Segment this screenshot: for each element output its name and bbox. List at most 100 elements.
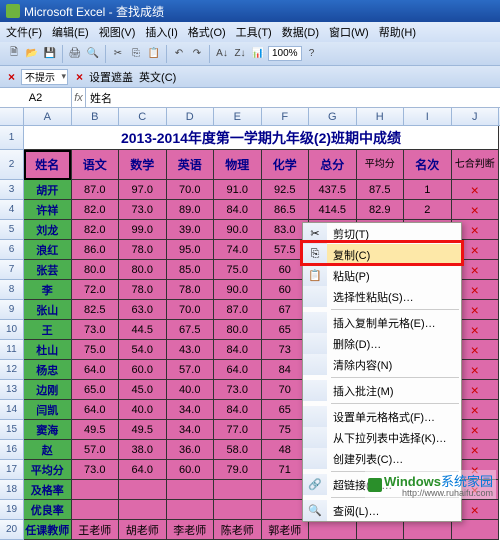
hdr-chinese[interactable]: 语文: [72, 150, 120, 180]
cell-r15-c4[interactable]: 77.0: [214, 420, 262, 440]
cell-r4-c2[interactable]: 73.0: [119, 200, 167, 220]
cell-r9-c3[interactable]: 70.0: [167, 300, 215, 320]
cell-r12-c1[interactable]: 64.0: [72, 360, 120, 380]
print-icon[interactable]: 🖨: [67, 46, 83, 62]
fx-icon[interactable]: fx: [72, 88, 86, 107]
cell-r3-c0[interactable]: 胡开: [24, 180, 72, 200]
cell-r10-c2[interactable]: 44.5: [119, 320, 167, 340]
cell-r8-c0[interactable]: 李: [24, 280, 72, 300]
cell-r16-c1[interactable]: 57.0: [72, 440, 120, 460]
row-header-16[interactable]: 16: [0, 440, 24, 460]
cell-r17-c0[interactable]: 平均分: [24, 460, 72, 480]
menu-file[interactable]: 文件(F): [6, 24, 42, 40]
name-box[interactable]: A2: [0, 88, 72, 107]
hdr-physics[interactable]: 物理: [214, 150, 262, 180]
cell-r11-c2[interactable]: 54.0: [119, 340, 167, 360]
col-C[interactable]: C: [119, 108, 167, 125]
paste-icon[interactable]: 📋: [146, 46, 162, 62]
row-header-14[interactable]: 14: [0, 400, 24, 420]
sort-asc-icon[interactable]: A↓: [214, 46, 230, 62]
cell-r20-c9[interactable]: [452, 520, 500, 540]
cut-icon[interactable]: ✂: [110, 46, 126, 62]
cell-r4-c0[interactable]: 许祥: [24, 200, 72, 220]
cell-r18-c2[interactable]: [119, 480, 167, 500]
row-header-15[interactable]: 15: [0, 420, 24, 440]
preview-icon[interactable]: 🔍: [85, 46, 101, 62]
cell-r4-c8[interactable]: 2: [404, 200, 452, 220]
row-header-1[interactable]: 1: [0, 126, 24, 150]
cell-r7-c1[interactable]: 80.0: [72, 260, 120, 280]
hdr-judge[interactable]: 七合判断: [452, 150, 500, 180]
cell-r11-c3[interactable]: 43.0: [167, 340, 215, 360]
prompt-dropdown[interactable]: 不提示: [21, 69, 68, 85]
row-header-19[interactable]: 19: [0, 500, 24, 520]
row-header-20[interactable]: 20: [0, 520, 24, 540]
row-header-8[interactable]: 8: [0, 280, 24, 300]
cell-r4-c7[interactable]: 82.9: [357, 200, 405, 220]
row-header-4[interactable]: 4: [0, 200, 24, 220]
cell-r19-c0[interactable]: 优良率: [24, 500, 72, 520]
cell-r13-c1[interactable]: 65.0: [72, 380, 120, 400]
cell-r16-c3[interactable]: 36.0: [167, 440, 215, 460]
cell-r12-c0[interactable]: 杨忠: [24, 360, 72, 380]
cell-r8-c4[interactable]: 90.0: [214, 280, 262, 300]
cell-r13-c4[interactable]: 73.0: [214, 380, 262, 400]
hdr-rank[interactable]: 名次: [404, 150, 452, 180]
cell-r14-c4[interactable]: 84.0: [214, 400, 262, 420]
cell-r4-c5[interactable]: 86.5: [262, 200, 310, 220]
menu-tools[interactable]: 工具(T): [236, 24, 272, 40]
cell-r12-c3[interactable]: 57.0: [167, 360, 215, 380]
row-header-3[interactable]: 3: [0, 180, 24, 200]
cell-r5-c4[interactable]: 90.0: [214, 220, 262, 240]
cell-r11-c4[interactable]: 84.0: [214, 340, 262, 360]
cell-r19-c3[interactable]: [167, 500, 215, 520]
col-H[interactable]: H: [357, 108, 405, 125]
cell-r5-c0[interactable]: 刘龙: [24, 220, 72, 240]
cell-r16-c2[interactable]: 38.0: [119, 440, 167, 460]
row-header-7[interactable]: 7: [0, 260, 24, 280]
col-D[interactable]: D: [167, 108, 215, 125]
row-header-5[interactable]: 5: [0, 220, 24, 240]
cell-r20-c2[interactable]: 胡老师: [119, 520, 167, 540]
cell-r6-c2[interactable]: 78.0: [119, 240, 167, 260]
cell-r10-c1[interactable]: 73.0: [72, 320, 120, 340]
ctx-item-2[interactable]: 📋粘贴(P): [303, 265, 461, 286]
cell-r7-c4[interactable]: 75.0: [214, 260, 262, 280]
help-icon[interactable]: ?: [304, 46, 320, 62]
row-header-18[interactable]: 18: [0, 480, 24, 500]
cell-r8-c3[interactable]: 78.0: [167, 280, 215, 300]
cell-r17-c4[interactable]: 79.0: [214, 460, 262, 480]
cell-r9-c0[interactable]: 张山: [24, 300, 72, 320]
cell-r3-c1[interactable]: 87.0: [72, 180, 120, 200]
cell-r15-c2[interactable]: 49.5: [119, 420, 167, 440]
cell-r20-c6[interactable]: [309, 520, 357, 540]
new-icon[interactable]: 🗎: [6, 46, 22, 62]
menu-format[interactable]: 格式(O): [188, 24, 226, 40]
hdr-avg[interactable]: 平均分: [357, 150, 405, 180]
row-header-6[interactable]: 6: [0, 240, 24, 260]
cell-r16-c0[interactable]: 赵: [24, 440, 72, 460]
cell-r13-c0[interactable]: 边刚: [24, 380, 72, 400]
cell-r6-c4[interactable]: 74.0: [214, 240, 262, 260]
cell-r10-c3[interactable]: 67.5: [167, 320, 215, 340]
sort-desc-icon[interactable]: Z↓: [232, 46, 248, 62]
cell-r19-c1[interactable]: [72, 500, 120, 520]
cell-r20-c4[interactable]: 陈老师: [214, 520, 262, 540]
undo-icon[interactable]: ↶: [171, 46, 187, 62]
row-header-2[interactable]: 2: [0, 150, 24, 180]
cell-r20-c1[interactable]: 王老师: [72, 520, 120, 540]
cell-r19-c2[interactable]: [119, 500, 167, 520]
cell-r6-c3[interactable]: 95.0: [167, 240, 215, 260]
cell-r4-c3[interactable]: 89.0: [167, 200, 215, 220]
close-x-icon[interactable]: ×: [8, 70, 15, 84]
ctx-item-13[interactable]: 创建列表(C)…: [303, 448, 461, 469]
cell-r12-c2[interactable]: 60.0: [119, 360, 167, 380]
cell-r20-c0[interactable]: 任课教师: [24, 520, 72, 540]
cell-r20-c5[interactable]: 郭老师: [262, 520, 310, 540]
close-x2-icon[interactable]: ×: [76, 70, 83, 84]
cell-r6-c1[interactable]: 86.0: [72, 240, 120, 260]
cell-r9-c1[interactable]: 82.5: [72, 300, 120, 320]
open-icon[interactable]: 📂: [24, 46, 40, 62]
formula-value[interactable]: 姓名: [86, 88, 500, 107]
cell-r3-c8[interactable]: 1: [404, 180, 452, 200]
